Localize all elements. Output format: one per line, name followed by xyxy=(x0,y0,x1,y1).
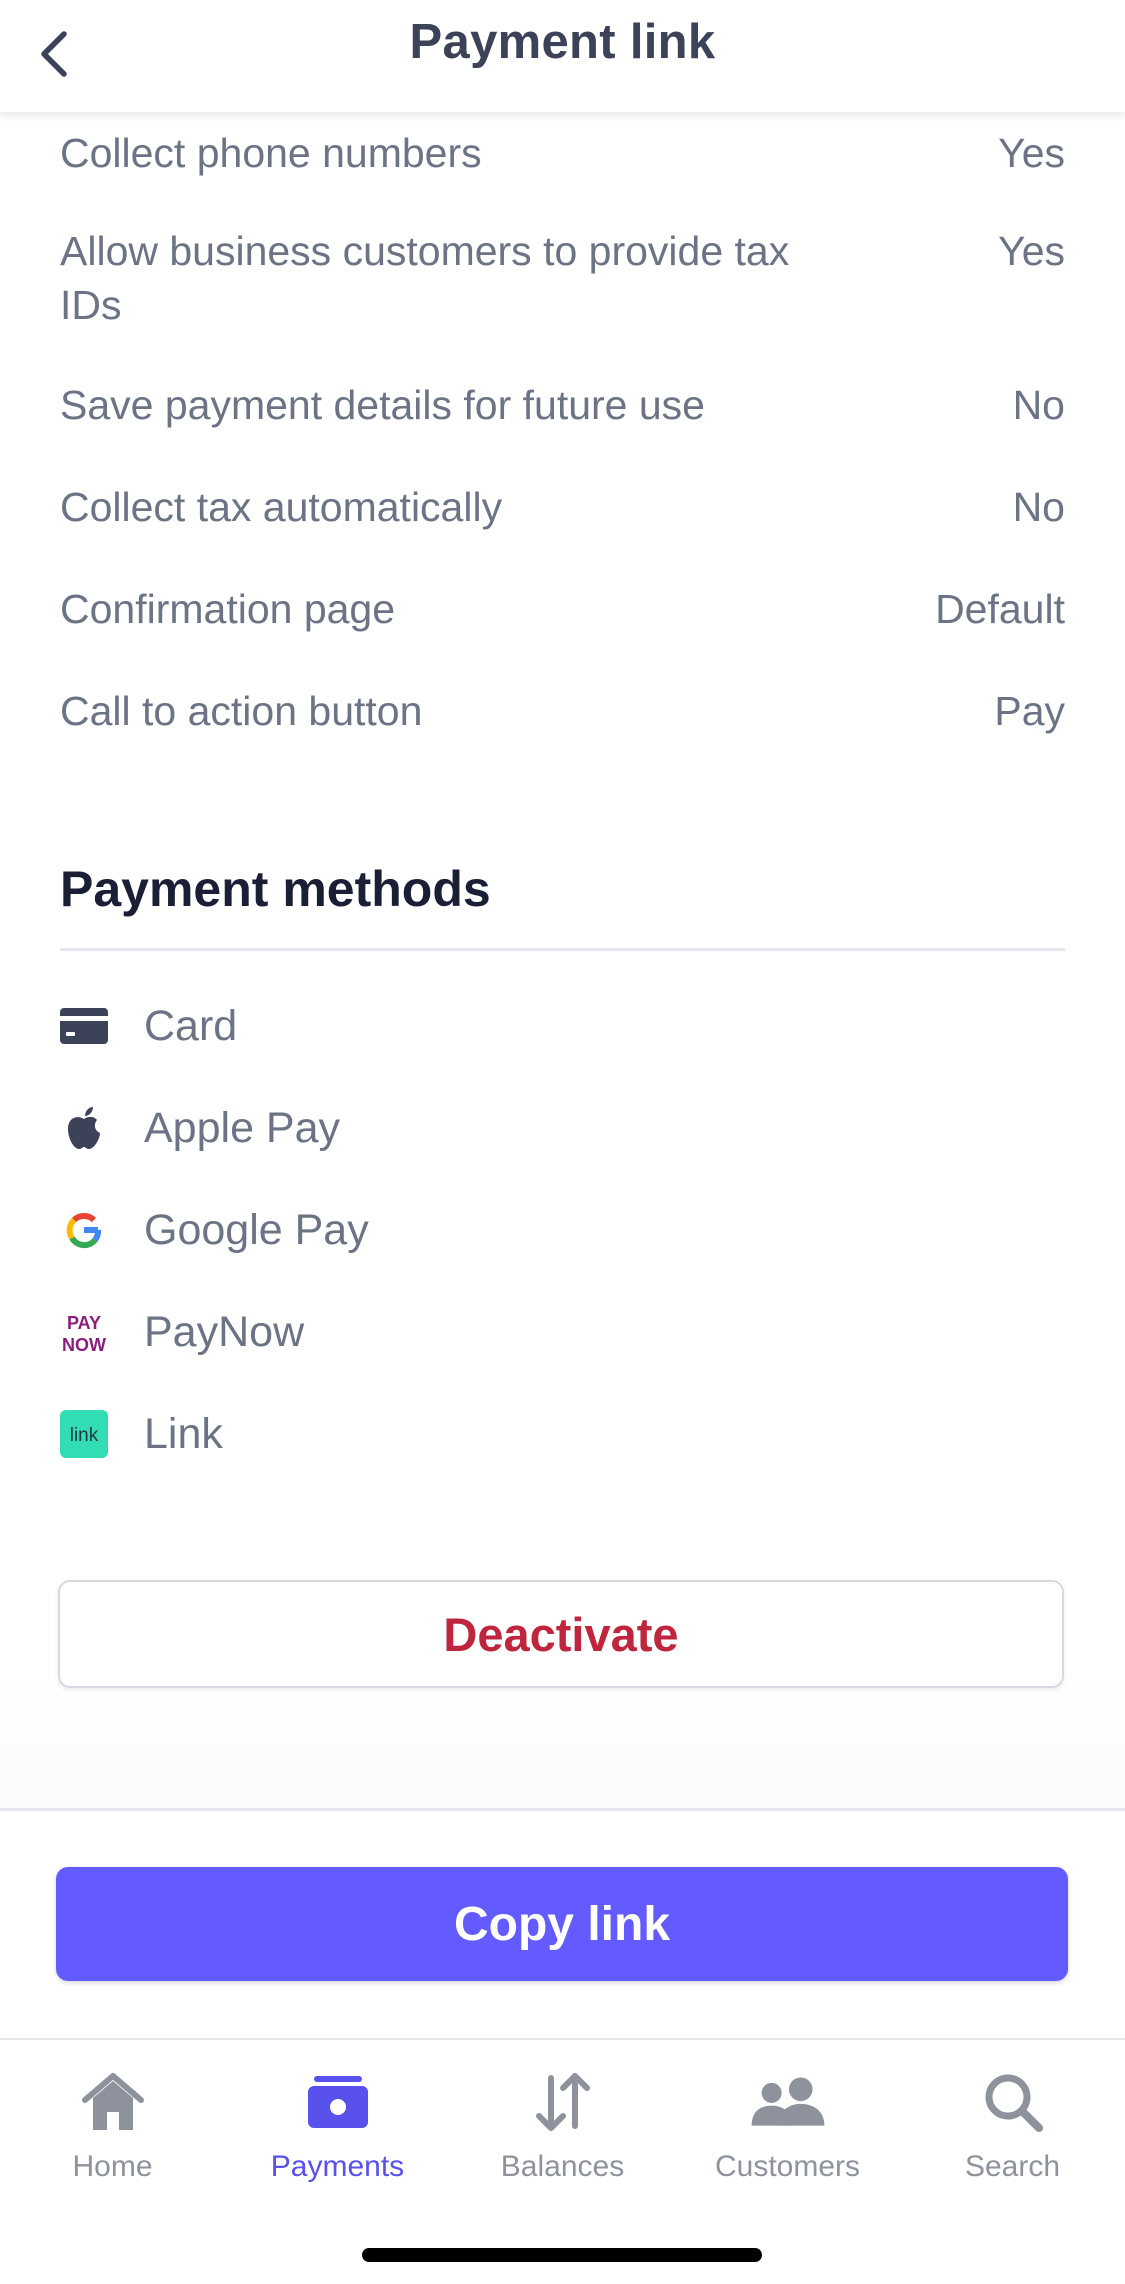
tab-search[interactable]: Search xyxy=(900,2062,1125,2212)
svg-text:NOW: NOW xyxy=(62,1335,106,1355)
tab-customers[interactable]: Customers xyxy=(675,2062,900,2212)
action-bar: Copy link xyxy=(0,1808,1125,2038)
payments-icon xyxy=(298,2062,378,2142)
tab-bar: Home Payments Balances Customers Search xyxy=(0,2038,1125,2284)
setting-row-save-payment: Save payment details for future use No xyxy=(60,378,1065,432)
apple-icon xyxy=(60,1104,108,1152)
tab-payments[interactable]: Payments xyxy=(225,2062,450,2212)
setting-value: Default xyxy=(935,586,1065,632)
setting-row-confirmation: Confirmation page Default xyxy=(60,582,1065,636)
setting-value: No xyxy=(1012,484,1065,530)
payment-method-label: PayNow xyxy=(144,1307,305,1356)
content-fade xyxy=(0,1672,1125,1808)
payment-method-label: Card xyxy=(144,1001,238,1050)
tab-home[interactable]: Home xyxy=(0,2062,225,2212)
setting-label: Collect tax automatically xyxy=(60,484,503,530)
tab-balances[interactable]: Balances xyxy=(450,2062,675,2212)
payment-method-label: Link xyxy=(144,1409,223,1458)
content-scroll[interactable]: Collect phone numbers Yes Allow business… xyxy=(0,112,1125,1808)
setting-label: Collect phone numbers xyxy=(60,130,482,176)
setting-label: Confirmation page xyxy=(60,586,396,632)
customers-icon xyxy=(748,2062,828,2142)
home-indicator xyxy=(362,2248,762,2262)
setting-value: Pay xyxy=(994,688,1065,734)
payment-method-label: Apple Pay xyxy=(144,1103,341,1152)
setting-value: Yes xyxy=(998,130,1065,176)
payment-method-google-pay: Google Pay xyxy=(60,1200,369,1260)
balances-icon xyxy=(523,2062,603,2142)
setting-row-tax-auto: Collect tax automatically No xyxy=(60,480,1065,534)
deactivate-button[interactable]: Deactivate xyxy=(58,1580,1064,1688)
home-icon xyxy=(73,2062,153,2142)
setting-value: Yes xyxy=(998,228,1065,274)
google-icon xyxy=(60,1206,108,1254)
link-icon: link xyxy=(60,1410,108,1458)
payment-method-apple-pay: Apple Pay xyxy=(60,1098,340,1158)
payment-method-card: Card xyxy=(60,996,237,1056)
section-title-payment-methods: Payment methods xyxy=(60,861,491,917)
setting-row-tax-ids: Allow business customers to provide tax … xyxy=(60,224,1065,332)
copy-link-button[interactable]: Copy link xyxy=(56,1867,1068,1981)
page-title: Payment link xyxy=(409,15,716,69)
nav-header: Payment link xyxy=(0,0,1125,112)
setting-label: Save payment details for future use xyxy=(60,382,705,428)
paynow-icon: PAY NOW xyxy=(60,1308,108,1356)
setting-row-cta: Call to action button Pay xyxy=(60,684,1065,738)
tab-label: Payments xyxy=(270,2150,405,2183)
section-divider xyxy=(60,948,1065,951)
card-icon xyxy=(60,1002,108,1050)
setting-value: No xyxy=(1012,382,1065,428)
svg-text:PAY: PAY xyxy=(67,1313,101,1333)
tab-label: Home xyxy=(72,2150,153,2183)
search-icon xyxy=(973,2062,1053,2142)
setting-label: Allow business customers to provide tax … xyxy=(60,228,790,328)
tab-label: Balances xyxy=(500,2150,625,2183)
payment-method-link: link Link xyxy=(60,1404,223,1464)
tab-label: Search xyxy=(964,2150,1061,2183)
setting-label: Call to action button xyxy=(60,688,423,734)
setting-row-phone: Collect phone numbers Yes xyxy=(60,126,1065,180)
svg-text:link: link xyxy=(70,1425,99,1446)
payment-method-label: Google Pay xyxy=(144,1205,369,1254)
tab-label: Customers xyxy=(714,2150,861,2183)
payment-method-paynow: PAY NOW PayNow xyxy=(60,1302,304,1362)
